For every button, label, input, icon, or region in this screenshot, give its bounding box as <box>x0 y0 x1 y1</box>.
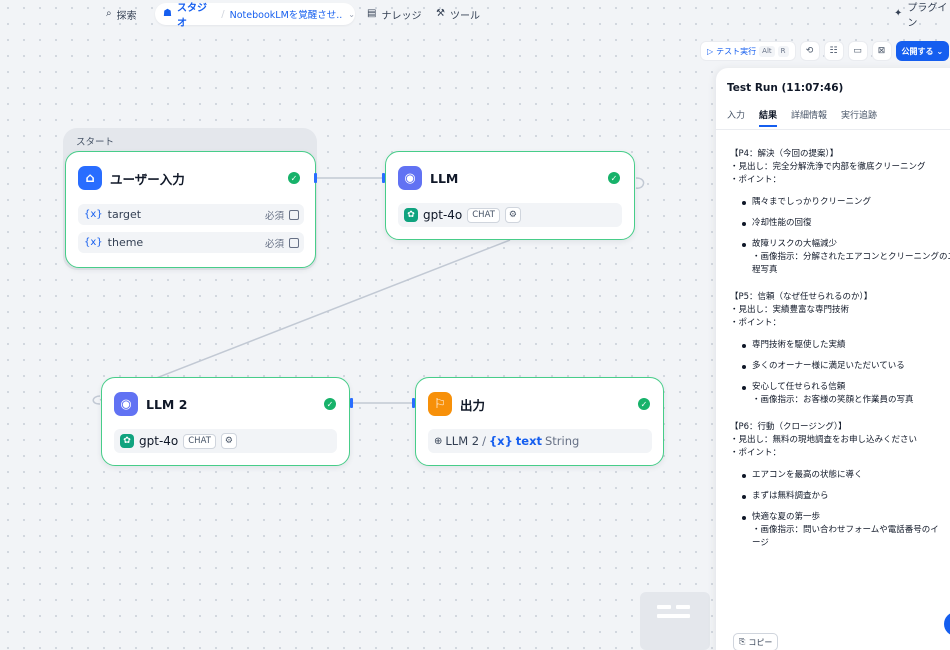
home-icon: ⌂ <box>78 166 102 190</box>
llm-brain-icon: ◉ <box>398 166 422 190</box>
test-run-panel: Test Run (11:07:46) 入力 結果 詳細情報 実行追跡 【P4：… <box>716 68 950 650</box>
app-name[interactable]: NotebookLMを覚醒させ... <box>230 7 344 21</box>
text-type-icon <box>289 209 299 220</box>
result-section: 【P4：解決（今回の提案）】 ・見出し：完全分解洗浄で内部を徹底クリーニング ・… <box>730 148 950 277</box>
node-llm[interactable]: ◉ LLM ✓ ✿ gpt-4o CHAT ⚙ <box>385 151 635 240</box>
model-selector[interactable]: ✿ gpt-4o CHAT ⚙ <box>114 429 337 453</box>
success-check-icon: ✓ <box>324 398 336 410</box>
text-type-icon <box>289 237 299 248</box>
publish-button[interactable]: 公開する ⌄ <box>895 41 950 61</box>
list-item: エアコンを最高の状態に導く <box>730 469 950 482</box>
minimap[interactable] <box>640 592 710 650</box>
tab-details[interactable]: 詳細情報 <box>791 108 827 121</box>
clipboard-icon: ⎘ <box>739 637 746 646</box>
nav-studio[interactable]: ☗ スタジオ / NotebookLMを覚醒させ... ⌄ <box>155 3 355 29</box>
tab-input[interactable]: 入力 <box>727 108 745 121</box>
input-handle[interactable] <box>412 398 415 408</box>
tool-icon: ⚒ <box>436 8 445 19</box>
list-item: 隅々までしっかりクリーニング <box>730 196 950 209</box>
history-icon[interactable]: ⟲ <box>799 41 820 61</box>
success-check-icon: ✓ <box>288 172 300 184</box>
node-user-input[interactable]: ⌂ ユーザー入力 ✓ {x} target 必須 {x} theme 必須 <box>65 151 316 268</box>
output-flag-icon: ⚐ <box>428 392 452 416</box>
chevron-down-icon: ⌄ <box>936 46 944 56</box>
list-item: 安心して任せられる信頼 <box>730 381 950 394</box>
input-handle[interactable] <box>382 173 385 183</box>
nav-explore[interactable]: ⌕ 探索 <box>106 4 137 24</box>
list-item: 快適な夏の第一歩 <box>730 511 950 524</box>
variable-row[interactable]: {x} theme 必須 <box>78 232 304 253</box>
nav-tools[interactable]: ⚒ ツール <box>436 4 480 24</box>
tab-trace[interactable]: 実行追跡 <box>841 108 877 121</box>
output-handle[interactable] <box>350 398 353 408</box>
output-variable[interactable]: ⊕ LLM 2 / {x} text String <box>428 429 652 453</box>
success-check-icon: ✓ <box>638 398 650 410</box>
list-item: 専門技術を駆使した実績 <box>730 339 950 352</box>
chevron-down-icon: ⌄ <box>348 9 355 19</box>
robot-icon: ☗ <box>163 8 172 19</box>
compass-icon: ⌕ <box>106 8 112 19</box>
checklist-icon[interactable]: ☷ <box>823 41 844 61</box>
chat-mode-badge: CHAT <box>183 433 216 449</box>
top-nav: ⌕ 探索 ☗ スタジオ / NotebookLMを覚醒させ... ⌄ ▤ ナレッ… <box>0 0 950 29</box>
book-icon: ▤ <box>367 8 377 19</box>
play-icon: ▷ <box>707 46 714 56</box>
nav-plugins[interactable]: ✦ プラグイン <box>894 3 950 29</box>
node-output[interactable]: ⚐ 出力 ✓ ⊕ LLM 2 / {x} text String <box>415 377 664 466</box>
output-handle[interactable] <box>314 173 317 183</box>
nav-knowledge[interactable]: ▤ ナレッジ <box>367 4 421 24</box>
model-selector[interactable]: ✿ gpt-4o CHAT ⚙ <box>398 203 622 227</box>
env-icon[interactable]: ▭ <box>847 41 868 61</box>
canvas-toolbar: ▷ テスト実行 Alt R ⟲ ☷ ▭ ⊠ 公開する ⌄ <box>700 41 950 61</box>
variable-icon: {x} <box>488 434 513 448</box>
node-llm2[interactable]: ◉ LLM 2 ✓ ✿ gpt-4o CHAT ⚙ <box>101 377 350 466</box>
puzzle-icon: ✦ <box>894 8 903 19</box>
result-section: 【P6：行動（クロージング）】 ・見出し：無料の現地調査をお申し込みください ・… <box>730 421 950 550</box>
variable-icon: {x} <box>84 237 103 248</box>
model-params-icon[interactable]: ⚙ <box>220 433 237 449</box>
start-group-label: スタート <box>76 137 115 148</box>
list-item: 故障リスクの大幅減少 <box>730 238 950 251</box>
variable-icon[interactable]: ⊠ <box>871 41 892 61</box>
list-item: 多くのオーナー様に満足いただいている <box>730 360 950 373</box>
result-content: 【P4：解決（今回の提案）】 ・見出し：完全分解洗浄で内部を徹底クリーニング ・… <box>730 148 950 559</box>
test-run-button[interactable]: ▷ テスト実行 Alt R <box>700 41 796 61</box>
success-check-icon: ✓ <box>608 172 620 184</box>
llm-brain-icon: ◉ <box>114 392 138 416</box>
variable-icon: {x} <box>84 209 103 220</box>
tab-result[interactable]: 結果 <box>759 108 778 127</box>
copy-button[interactable]: ⎘ コピー <box>733 633 779 650</box>
list-item: まずは無料調査から <box>730 490 950 503</box>
variable-row[interactable]: {x} target 必須 <box>78 204 304 225</box>
openai-icon: ✿ <box>120 434 134 448</box>
list-item: 冷却性能の回復 <box>730 217 950 230</box>
result-section: 【P5：信頼（なぜ任せられるのか）】 ・見出し：実績豊富な専門技術 ・ポイント：… <box>730 291 950 407</box>
panel-tabs: 入力 結果 詳細情報 実行追跡 <box>727 108 877 127</box>
llm-brain-icon: ⊕ <box>434 435 443 447</box>
panel-title: Test Run (11:07:46) <box>727 82 844 94</box>
model-params-icon[interactable]: ⚙ <box>504 207 521 223</box>
openai-icon: ✿ <box>404 208 418 222</box>
chat-mode-badge: CHAT <box>467 207 500 223</box>
